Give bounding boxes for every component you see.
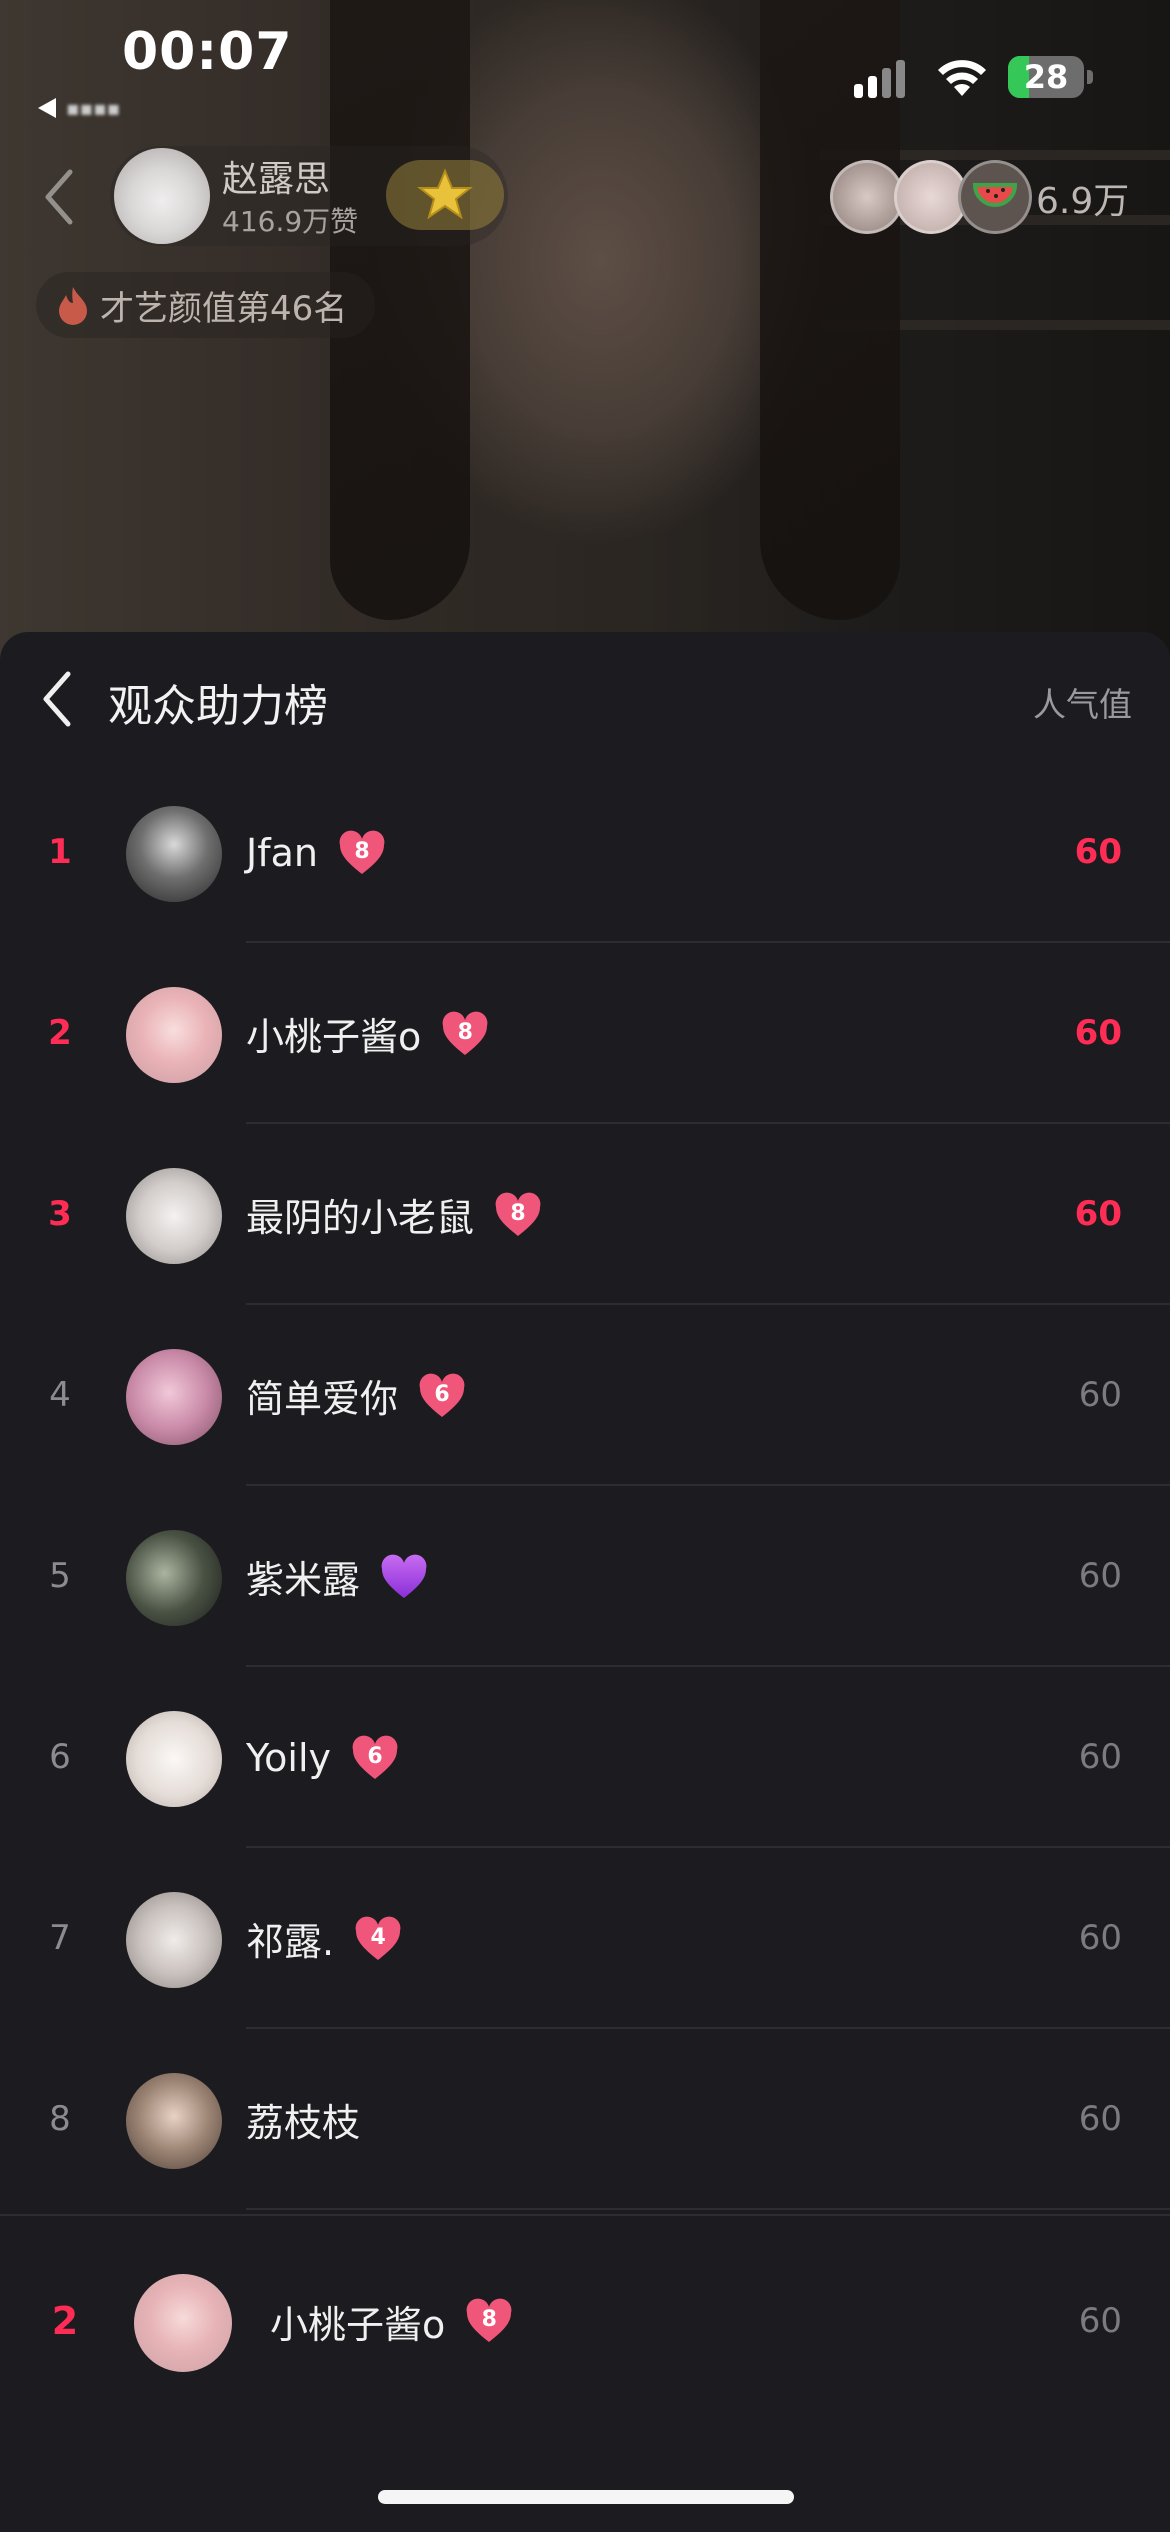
leaderboard-row[interactable]: 8 荔枝枝 60 bbox=[0, 2029, 1170, 2210]
leaderboard-row[interactable]: 2 小桃子酱o 8 60 bbox=[0, 943, 1170, 1124]
username: 最阴的小老鼠 bbox=[246, 1196, 475, 1240]
cellular-signal-icon bbox=[854, 58, 905, 98]
leaderboard-row[interactable]: 5 紫米露 60 bbox=[0, 1486, 1170, 1667]
viewer-avatar[interactable] bbox=[958, 160, 1032, 234]
my-fan-level: 8 bbox=[481, 2307, 497, 2332]
user-avatar[interactable] bbox=[126, 1530, 222, 1626]
popularity-score: 60 bbox=[1078, 1737, 1122, 1777]
popularity-score: 60 bbox=[1078, 2099, 1122, 2139]
stream-back-icon[interactable] bbox=[44, 168, 74, 226]
back-app-label: ▪▪▪▪ bbox=[66, 96, 121, 120]
leaderboard-row[interactable]: 4 简单爱你 6 60 bbox=[0, 1305, 1170, 1486]
rank-number: 7 bbox=[49, 1918, 71, 1958]
fan-level-heart-icon: 8 bbox=[338, 830, 386, 876]
rank-number: 2 bbox=[48, 1013, 72, 1053]
popularity-column-label: 人气值 bbox=[1033, 685, 1132, 724]
user-avatar[interactable] bbox=[126, 1168, 222, 1264]
leaderboard-row[interactable]: 1 Jfan 8 60 bbox=[0, 762, 1170, 943]
rank-number: 3 bbox=[48, 1194, 72, 1234]
category-rank-text: 才艺颜值第46名 bbox=[100, 288, 348, 329]
battery-tip bbox=[1087, 70, 1093, 84]
rank-number: 4 bbox=[49, 1375, 71, 1415]
fan-level-heart-icon: 6 bbox=[418, 1373, 466, 1419]
viewer-avatar[interactable] bbox=[894, 160, 968, 234]
purple-heart-icon bbox=[381, 1554, 427, 1598]
username: 祁露. bbox=[246, 1920, 335, 1964]
popularity-score: 60 bbox=[1074, 1194, 1122, 1234]
popularity-score: 60 bbox=[1074, 832, 1122, 872]
panel-back-icon[interactable] bbox=[40, 670, 74, 728]
star-icon bbox=[417, 168, 473, 220]
fan-level: 8 bbox=[457, 1019, 473, 1045]
status-bar: 00:07 ▪▪▪▪ 28 bbox=[0, 0, 1170, 140]
rank-number: 6 bbox=[49, 1737, 71, 1777]
my-username: 小桃子酱o bbox=[270, 2302, 446, 2347]
battery-icon: 28 bbox=[1008, 56, 1084, 98]
user-info: Jfan 8 bbox=[246, 762, 386, 943]
leaderboard-row[interactable]: 7 祁露. 4 60 bbox=[0, 1848, 1170, 2029]
my-rank-row[interactable]: 2 小桃子酱o 8 60 bbox=[0, 2214, 1170, 2426]
home-indicator[interactable] bbox=[378, 2490, 794, 2504]
wifi-icon bbox=[938, 60, 986, 96]
fan-level: 4 bbox=[370, 1924, 386, 1950]
leaderboard-row[interactable]: 6 Yoily 6 60 bbox=[0, 1667, 1170, 1848]
panel-title: 观众助力榜 bbox=[108, 681, 328, 732]
viewer-count[interactable]: 6.9万 bbox=[1036, 172, 1129, 224]
user-avatar[interactable] bbox=[126, 987, 222, 1083]
username: 紫米露 bbox=[246, 1558, 361, 1602]
user-avatar[interactable] bbox=[126, 1349, 222, 1445]
host-avatar[interactable] bbox=[114, 148, 210, 244]
my-user-info: 小桃子酱o 8 bbox=[270, 2216, 513, 2426]
username: 荔枝枝 bbox=[246, 2101, 361, 2145]
fan-level-heart-icon: 8 bbox=[465, 2298, 513, 2344]
username: Jfan bbox=[246, 830, 318, 875]
popularity-score: 60 bbox=[1078, 1918, 1122, 1958]
fire-icon bbox=[59, 287, 87, 325]
fan-level: 8 bbox=[510, 1200, 526, 1226]
fan-level-heart-icon: 8 bbox=[441, 1011, 489, 1057]
user-info: 祁露. 4 bbox=[246, 1848, 402, 2029]
username: Yoily bbox=[246, 1735, 332, 1780]
host-name: 赵露思 bbox=[222, 159, 331, 200]
fan-level-heart-icon: 4 bbox=[354, 1916, 402, 1962]
fan-level-heart-icon: 6 bbox=[351, 1735, 399, 1781]
user-avatar[interactable] bbox=[126, 806, 222, 902]
rank-number: 1 bbox=[48, 832, 72, 872]
username: 小桃子酱o bbox=[246, 1015, 422, 1059]
rank-number: 5 bbox=[49, 1556, 71, 1596]
battery-percent: 28 bbox=[1023, 58, 1069, 96]
user-avatar[interactable] bbox=[126, 1711, 222, 1807]
host-likes: 416.9万赞 bbox=[222, 205, 359, 238]
my-score: 60 bbox=[1078, 2301, 1122, 2341]
rank-number: 8 bbox=[49, 2099, 71, 2139]
user-info: 简单爱你 6 bbox=[246, 1305, 466, 1486]
user-info: 小桃子酱o 8 bbox=[246, 943, 489, 1124]
user-avatar[interactable] bbox=[126, 2073, 222, 2169]
my-avatar[interactable] bbox=[134, 2274, 232, 2372]
category-rank-pill[interactable]: 才艺颜值第46名 bbox=[36, 272, 376, 338]
row-divider bbox=[246, 2208, 1170, 2210]
popularity-score: 60 bbox=[1078, 1556, 1122, 1596]
back-triangle-icon bbox=[38, 98, 56, 118]
username: 简单爱你 bbox=[246, 1377, 399, 1421]
user-info: Yoily 6 bbox=[246, 1667, 399, 1848]
back-to-app-link[interactable]: ▪▪▪▪ bbox=[38, 96, 120, 120]
host-level-badge[interactable] bbox=[386, 160, 504, 230]
leaderboard-list: 1 Jfan 8 60 2 小桃子酱o 8 60 3 最阴的小老鼠 8 60 4… bbox=[0, 762, 1170, 2210]
user-info: 紫米露 bbox=[246, 1486, 428, 1667]
status-time: 00:07 bbox=[122, 22, 293, 82]
popularity-score: 60 bbox=[1074, 1013, 1122, 1053]
viewer-avatar[interactable] bbox=[830, 160, 904, 234]
user-info: 最阴的小老鼠 8 bbox=[246, 1124, 542, 1305]
user-info: 荔枝枝 bbox=[246, 2029, 360, 2210]
my-rank-number: 2 bbox=[51, 2299, 79, 2343]
popularity-score: 60 bbox=[1078, 1375, 1122, 1415]
fan-level: 8 bbox=[354, 838, 370, 864]
watermelon-icon bbox=[972, 183, 1018, 207]
leaderboard-row[interactable]: 3 最阴的小老鼠 8 60 bbox=[0, 1124, 1170, 1305]
fan-level-heart-icon: 8 bbox=[494, 1192, 542, 1238]
fan-level: 6 bbox=[367, 1743, 383, 1769]
fan-level: 6 bbox=[434, 1381, 450, 1407]
user-avatar[interactable] bbox=[126, 1892, 222, 1988]
